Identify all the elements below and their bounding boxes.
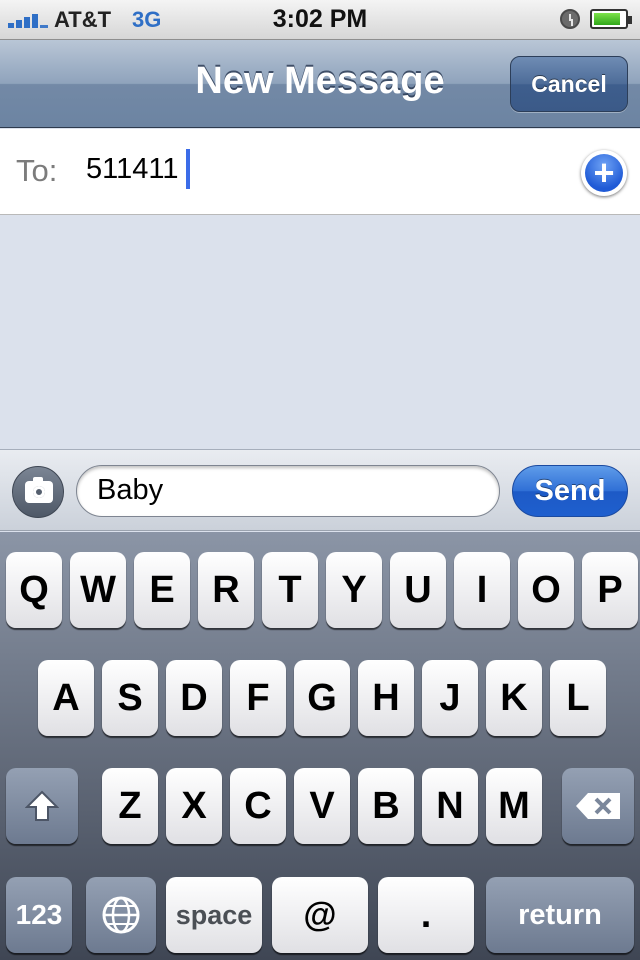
key-r[interactable]: R	[198, 552, 254, 628]
navigation-bar: New Message Cancel	[0, 40, 640, 128]
key-s[interactable]: S	[102, 660, 158, 736]
send-button[interactable]: Send	[512, 465, 628, 517]
at-key[interactable]: @	[272, 877, 368, 953]
key-w[interactable]: W	[70, 552, 126, 628]
key-k[interactable]: K	[486, 660, 542, 736]
key-q[interactable]: Q	[6, 552, 62, 628]
key-t[interactable]: T	[262, 552, 318, 628]
message-thread-area	[0, 216, 640, 449]
key-n[interactable]: N	[422, 768, 478, 844]
globe-icon	[102, 896, 140, 934]
alarm-clock-icon	[560, 9, 580, 29]
return-key[interactable]: return	[486, 877, 634, 953]
recipient-row[interactable]: To: 511411 +	[0, 129, 640, 215]
battery-level	[594, 13, 620, 25]
on-screen-keyboard: 123 space @ . return QWERTYUIOP ASDFGHJKL…	[0, 532, 640, 960]
space-key[interactable]: space	[166, 877, 262, 953]
key-a[interactable]: A	[38, 660, 94, 736]
key-z[interactable]: Z	[102, 768, 158, 844]
key-u[interactable]: U	[390, 552, 446, 628]
recipient-input[interactable]: 511411	[86, 153, 178, 186]
cancel-button[interactable]: Cancel	[510, 56, 628, 112]
text-cursor	[186, 149, 190, 189]
key-i[interactable]: I	[454, 552, 510, 628]
numbers-key[interactable]: 123	[6, 877, 72, 953]
compose-bar: Baby Send	[0, 449, 640, 531]
message-input[interactable]: Baby	[76, 465, 500, 517]
shift-key[interactable]	[6, 768, 78, 844]
add-contact-button[interactable]: +	[581, 150, 627, 196]
key-l[interactable]: L	[550, 660, 606, 736]
key-v[interactable]: V	[294, 768, 350, 844]
key-b[interactable]: B	[358, 768, 414, 844]
key-j[interactable]: J	[422, 660, 478, 736]
status-bar: AT&T 3G 3:02 PM	[0, 0, 640, 40]
status-time: 3:02 PM	[272, 5, 368, 33]
key-h[interactable]: H	[358, 660, 414, 736]
plus-icon: +	[585, 154, 623, 192]
key-f[interactable]: F	[230, 660, 286, 736]
messages-screen: AT&T 3G 3:02 PM New Message Cancel To: 5…	[0, 0, 640, 960]
key-g[interactable]: G	[294, 660, 350, 736]
camera-button[interactable]	[12, 466, 64, 518]
key-d[interactable]: D	[166, 660, 222, 736]
globe-key[interactable]	[86, 877, 156, 953]
to-label: To:	[16, 153, 58, 188]
key-y[interactable]: Y	[326, 552, 382, 628]
backspace-icon	[576, 793, 620, 819]
key-p[interactable]: P	[582, 552, 638, 628]
camera-icon	[25, 477, 53, 503]
period-key[interactable]: .	[378, 877, 474, 953]
key-m[interactable]: M	[486, 768, 542, 844]
delete-key[interactable]	[562, 768, 634, 844]
shift-arrow-icon	[25, 790, 59, 821]
key-e[interactable]: E	[134, 552, 190, 628]
key-o[interactable]: O	[518, 552, 574, 628]
key-x[interactable]: X	[166, 768, 222, 844]
battery-icon	[590, 9, 632, 29]
key-c[interactable]: C	[230, 768, 286, 844]
